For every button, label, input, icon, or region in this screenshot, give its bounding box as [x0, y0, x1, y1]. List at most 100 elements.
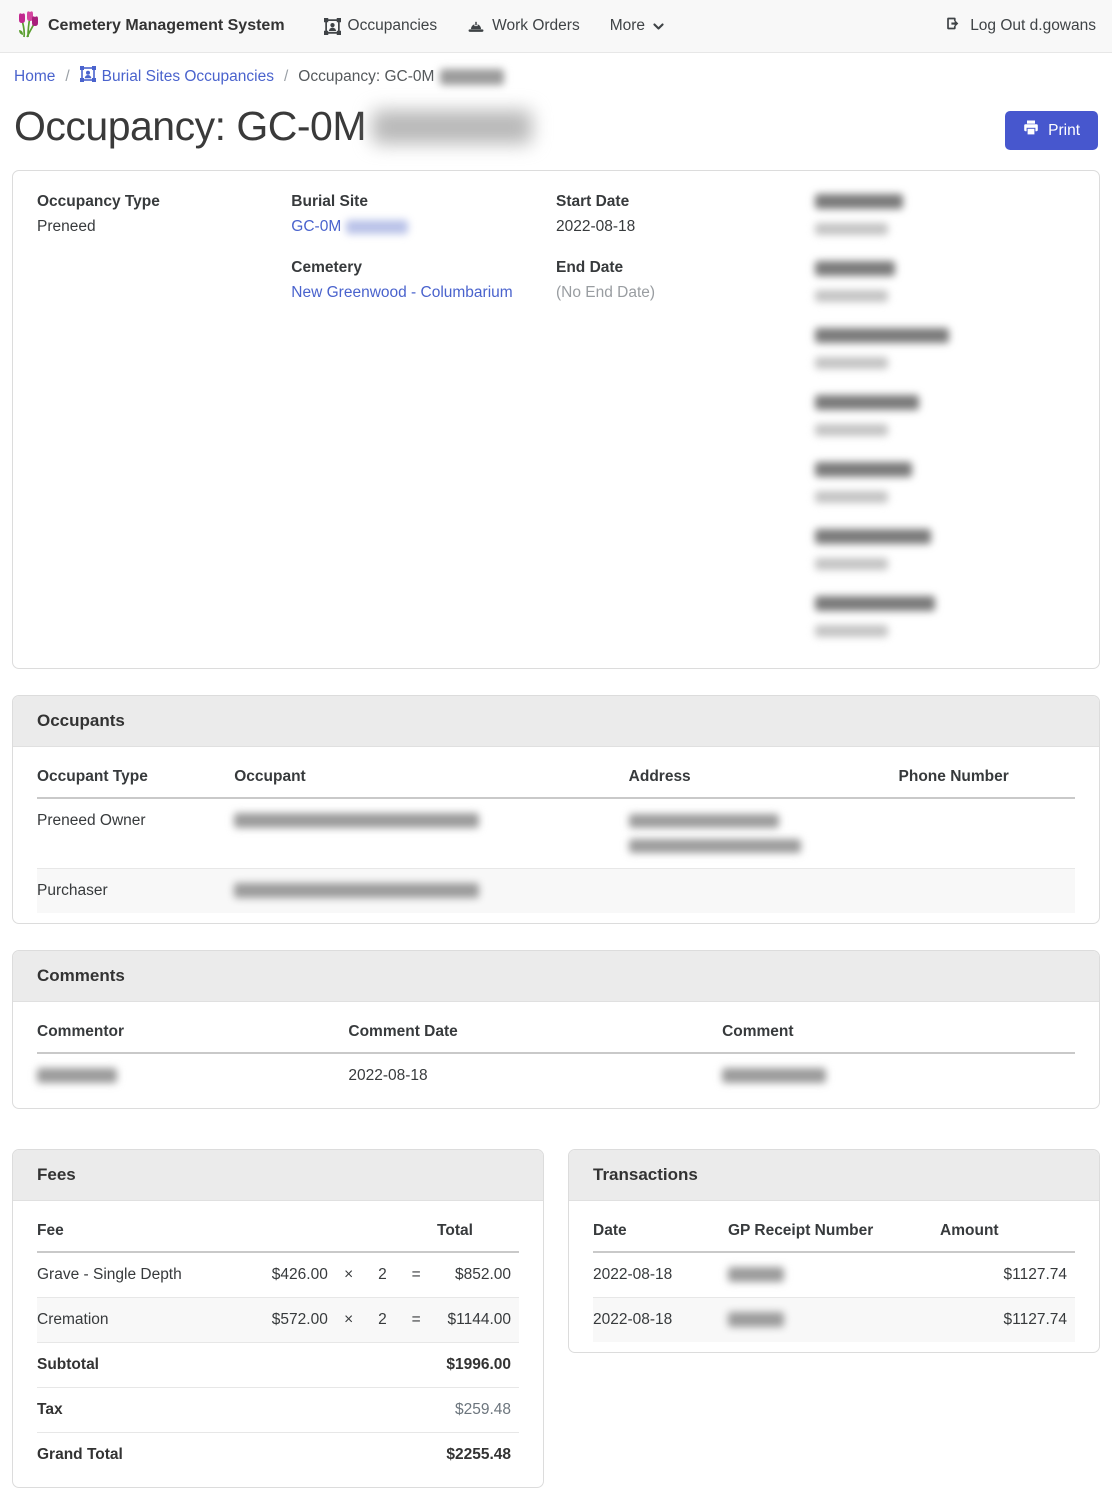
tax-value: $259.48 [437, 1388, 519, 1433]
equals-symbol: = [403, 1252, 437, 1298]
comments-table: Commentor Comment Date Comment 2022-08-1… [37, 1010, 1075, 1098]
nav-item-more[interactable]: More [595, 17, 680, 35]
redacted-text [815, 558, 888, 570]
occupants-card: Occupants Occupant Type Occupant Address… [12, 695, 1100, 924]
redacted-text [234, 813, 479, 828]
redacted-text [728, 1267, 784, 1282]
cemetery-link[interactable]: New Greenwood - Columbarium [291, 284, 512, 301]
column-header: Fee [37, 1209, 249, 1252]
subtotal-label: Subtotal [37, 1343, 437, 1388]
hard-hat-icon [467, 18, 485, 35]
field-label: Burial Site [291, 193, 556, 211]
transactions-card: Transactions Date GP Receipt Number Amou… [568, 1149, 1100, 1353]
redacted-field [815, 461, 1075, 506]
portrait-frame-icon [324, 18, 341, 35]
fees-card-title: Fees [13, 1150, 543, 1201]
occupants-card-title: Occupants [13, 696, 1099, 747]
details-column-4-redacted [815, 193, 1075, 662]
field-value: Preneed [37, 218, 291, 236]
column-header: GP Receipt Number [728, 1209, 940, 1252]
occupant-cell [234, 869, 628, 914]
fee-qty-cell: 2 [370, 1252, 404, 1298]
fee-unit-cell: $572.00 [249, 1298, 336, 1343]
redacted-text [728, 1312, 784, 1327]
redacted-text [37, 1068, 117, 1083]
column-header: Comment [722, 1010, 1075, 1053]
multiply-symbol: × [336, 1252, 370, 1298]
breadcrumb-current-label: Occupancy: GC-0M [298, 68, 434, 86]
transaction-amount-cell: $1127.74 [940, 1252, 1075, 1298]
breadcrumb-occupancies-link[interactable]: Burial Sites Occupancies [80, 66, 274, 87]
nav-item-label: Occupancies [348, 17, 438, 35]
grand-total-row: Grand Total $2255.48 [37, 1433, 519, 1478]
nav-item-label: More [610, 17, 645, 35]
redacted-field [815, 394, 1075, 439]
fees-table: Fee Total Grave - Single Depth $426.00 ×… [37, 1209, 519, 1477]
field-occupancy-type: Occupancy Type Preneed [37, 193, 291, 236]
tax-label: Tax [37, 1388, 437, 1433]
breadcrumb-home-link[interactable]: Home [14, 68, 55, 86]
table-row: Cremation $572.00 × 2 = $1144.00 [37, 1298, 519, 1343]
nav-item-work-orders[interactable]: Work Orders [452, 17, 595, 35]
redacted-field [815, 327, 1075, 372]
field-label: Occupancy Type [37, 193, 291, 211]
logout-label: Log Out d.gowans [970, 17, 1096, 35]
grand-total-value: $2255.48 [437, 1433, 519, 1478]
redacted-field [815, 260, 1075, 305]
burial-site-link[interactable]: GC-0M [291, 218, 341, 235]
redacted-text [815, 424, 888, 436]
top-navbar: Cemetery Management System Occupancies [0, 0, 1112, 53]
comment-date-cell: 2022-08-18 [348, 1053, 722, 1098]
column-header: Phone Number [899, 755, 1075, 798]
column-header [403, 1209, 437, 1252]
column-header: Occupant [234, 755, 628, 798]
fee-name-cell: Grave - Single Depth [37, 1252, 249, 1298]
subtotal-value: $1996.00 [437, 1343, 519, 1388]
portrait-frame-icon [80, 66, 96, 87]
transactions-table: Date GP Receipt Number Amount 2022-08-18… [593, 1209, 1075, 1342]
field-value: (No End Date) [556, 284, 816, 302]
redacted-text [815, 462, 912, 477]
logout-icon [944, 15, 962, 37]
transaction-amount-cell: $1127.74 [940, 1298, 1075, 1343]
transaction-date-cell: 2022-08-18 [593, 1298, 728, 1343]
address-cell [629, 798, 899, 869]
fee-unit-cell: $426.00 [249, 1252, 336, 1298]
redacted-text [815, 261, 895, 276]
comments-card: Comments Commentor Comment Date Comment … [12, 950, 1100, 1109]
tax-row: Tax $259.48 [37, 1388, 519, 1433]
column-header: Comment Date [348, 1010, 722, 1053]
address-cell [629, 869, 899, 914]
table-row: 2022-08-18 $1127.74 [593, 1252, 1075, 1298]
fee-total-cell: $852.00 [437, 1252, 519, 1298]
logout-button[interactable]: Log Out d.gowans [944, 15, 1096, 37]
table-row: Grave - Single Depth $426.00 × 2 = $852.… [37, 1252, 519, 1298]
fee-name-cell: Cremation [37, 1298, 249, 1343]
transaction-date-cell: 2022-08-18 [593, 1252, 728, 1298]
column-header: Occupant Type [37, 755, 234, 798]
field-label: End Date [556, 259, 816, 277]
redacted-text [629, 814, 779, 828]
redacted-field [815, 595, 1075, 640]
occupants-table: Occupant Type Occupant Address Phone Num… [37, 755, 1075, 913]
redacted-text [629, 839, 801, 853]
phone-cell [899, 798, 1075, 869]
fees-card: Fees Fee Total Grave - Single Depth [12, 1149, 544, 1488]
fee-qty-cell: 2 [370, 1298, 404, 1343]
occupant-cell [234, 798, 628, 869]
redacted-text [815, 596, 935, 611]
redacted-text [815, 625, 888, 637]
redacted-text [815, 290, 888, 302]
transactions-card-title: Transactions [569, 1150, 1099, 1201]
subtotal-row: Subtotal $1996.00 [37, 1343, 519, 1388]
column-header: Address [629, 755, 899, 798]
phone-cell [899, 869, 1075, 914]
column-header [370, 1209, 404, 1252]
breadcrumb-separator: / [284, 68, 288, 86]
redacted-text [815, 357, 888, 369]
app-title: Cemetery Management System [48, 17, 285, 35]
app-brand[interactable]: Cemetery Management System [16, 10, 285, 43]
nav-item-occupancies[interactable]: Occupancies [309, 17, 453, 35]
comment-cell [722, 1053, 1075, 1098]
print-button[interactable]: Print [1005, 111, 1098, 150]
